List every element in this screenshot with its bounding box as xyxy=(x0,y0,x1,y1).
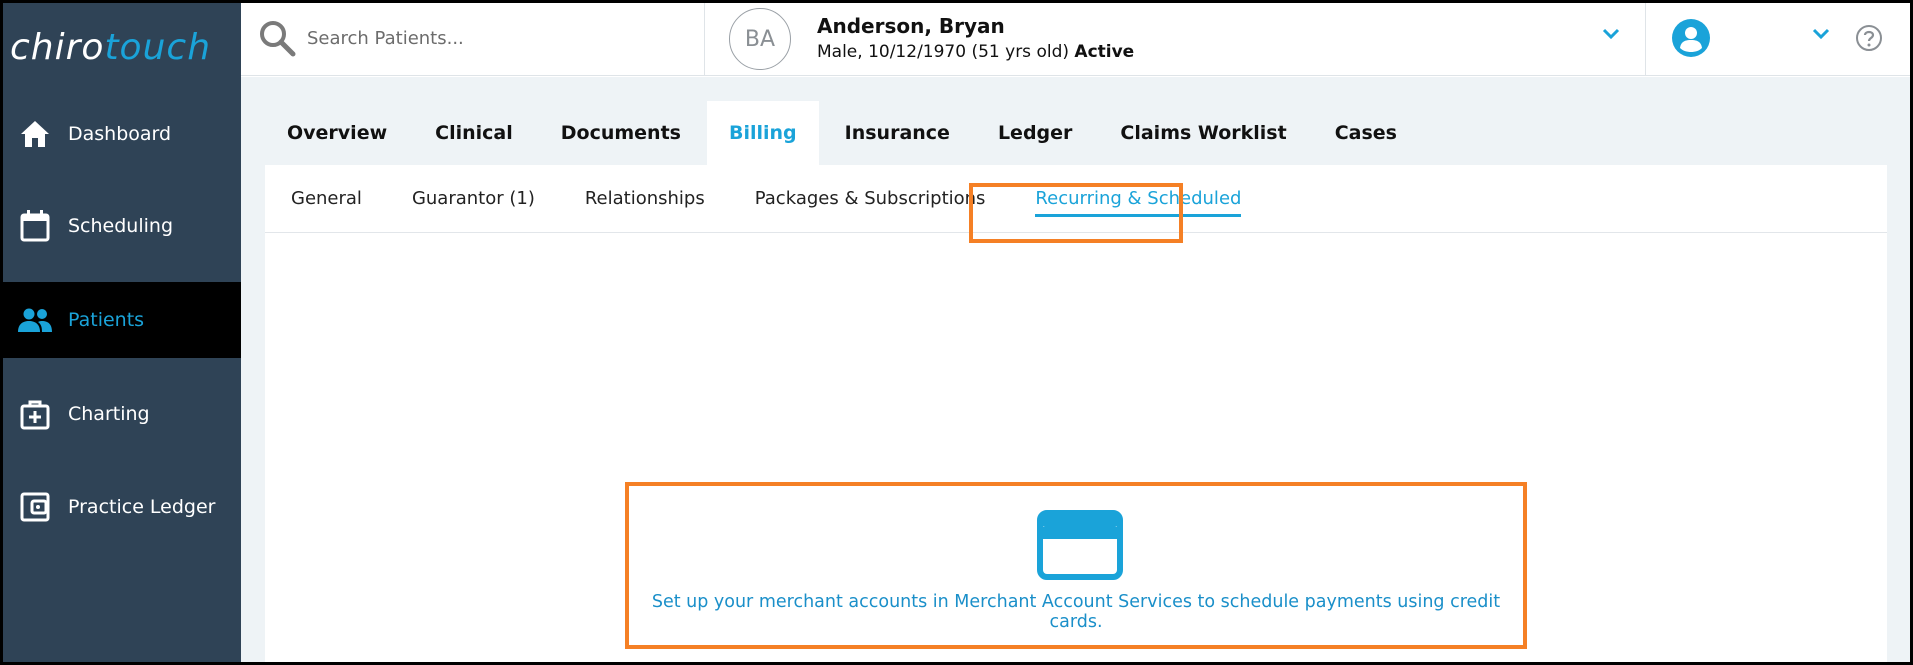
patient-details: Male, 10/12/1970 (51 yrs old) xyxy=(817,42,1069,62)
billing-sub-tabs: General Guarantor (1) Relationships Pack… xyxy=(265,165,1887,233)
patient-avatar[interactable]: BA xyxy=(729,8,791,70)
tab-cases[interactable]: Cases xyxy=(1313,101,1419,165)
tab-insurance[interactable]: Insurance xyxy=(823,101,972,165)
tab-clinical[interactable]: Clinical xyxy=(413,101,535,165)
sidebar-item-label: Practice Ledger xyxy=(68,496,216,518)
sidebar-item-scheduling[interactable]: Scheduling xyxy=(0,188,241,264)
search-input[interactable] xyxy=(307,22,687,54)
sidebar-item-label: Patients xyxy=(68,309,145,331)
merchant-setup-message: Set up your merchant accounts in Merchan… xyxy=(625,482,1527,649)
sidebar-item-label: Scheduling xyxy=(68,215,174,237)
patient-info: Male, 10/12/1970 (51 yrs old) Active xyxy=(817,42,1134,62)
tab-billing[interactable]: Billing xyxy=(706,101,819,165)
chirotouch-logo[interactable]: chirotouch xyxy=(10,26,211,70)
merchant-services-link[interactable]: Set up your merchant accounts in Merchan… xyxy=(629,592,1523,632)
calendar-icon xyxy=(17,208,53,244)
user-avatar-icon[interactable] xyxy=(1671,18,1711,62)
home-icon xyxy=(17,116,53,152)
people-icon xyxy=(17,302,53,338)
sidebar-item-label: Charting xyxy=(68,403,150,425)
patient-search xyxy=(241,0,705,76)
patient-status: Active xyxy=(1074,42,1135,62)
search-icon[interactable] xyxy=(257,18,297,62)
sidebar-item-patients[interactable]: Patients xyxy=(0,282,241,358)
sidebar: chirotouch Dashboard Scheduling Patients… xyxy=(0,0,241,665)
subtab-guarantor[interactable]: Guarantor (1) xyxy=(412,165,535,233)
subtab-general[interactable]: General xyxy=(291,165,362,233)
help-icon[interactable] xyxy=(1855,24,1883,56)
tab-overview[interactable]: Overview xyxy=(265,101,409,165)
tab-documents[interactable]: Documents xyxy=(539,101,703,165)
patient-name: Anderson, Bryan xyxy=(817,14,1005,38)
top-bar: BA Anderson, Bryan Male, 10/12/1970 (51 … xyxy=(241,0,1913,76)
subtab-recurring-scheduled[interactable]: Recurring & Scheduled xyxy=(1035,165,1242,233)
subtab-packages-subscriptions[interactable]: Packages & Subscriptions xyxy=(755,165,986,233)
sidebar-item-dashboard[interactable]: Dashboard xyxy=(0,96,241,172)
sidebar-item-practice-ledger[interactable]: Practice Ledger xyxy=(0,469,241,545)
logo-text-part2: touch xyxy=(104,27,212,68)
tab-ledger[interactable]: Ledger xyxy=(976,101,1094,165)
credit-card-icon xyxy=(1037,510,1123,584)
sidebar-item-label: Dashboard xyxy=(68,123,172,145)
sidebar-item-charting[interactable]: Charting xyxy=(0,376,241,452)
divider xyxy=(1645,0,1646,76)
subtab-relationships[interactable]: Relationships xyxy=(585,165,705,233)
chevron-down-icon[interactable] xyxy=(1601,26,1621,45)
main-tabs: Overview Clinical Documents Billing Insu… xyxy=(265,101,1423,165)
chevron-down-icon[interactable] xyxy=(1811,26,1831,45)
logo-text-part1: chiro xyxy=(10,27,105,68)
tab-claims-worklist[interactable]: Claims Worklist xyxy=(1098,101,1308,165)
wallet-icon xyxy=(17,489,53,525)
medical-kit-icon xyxy=(17,396,53,432)
